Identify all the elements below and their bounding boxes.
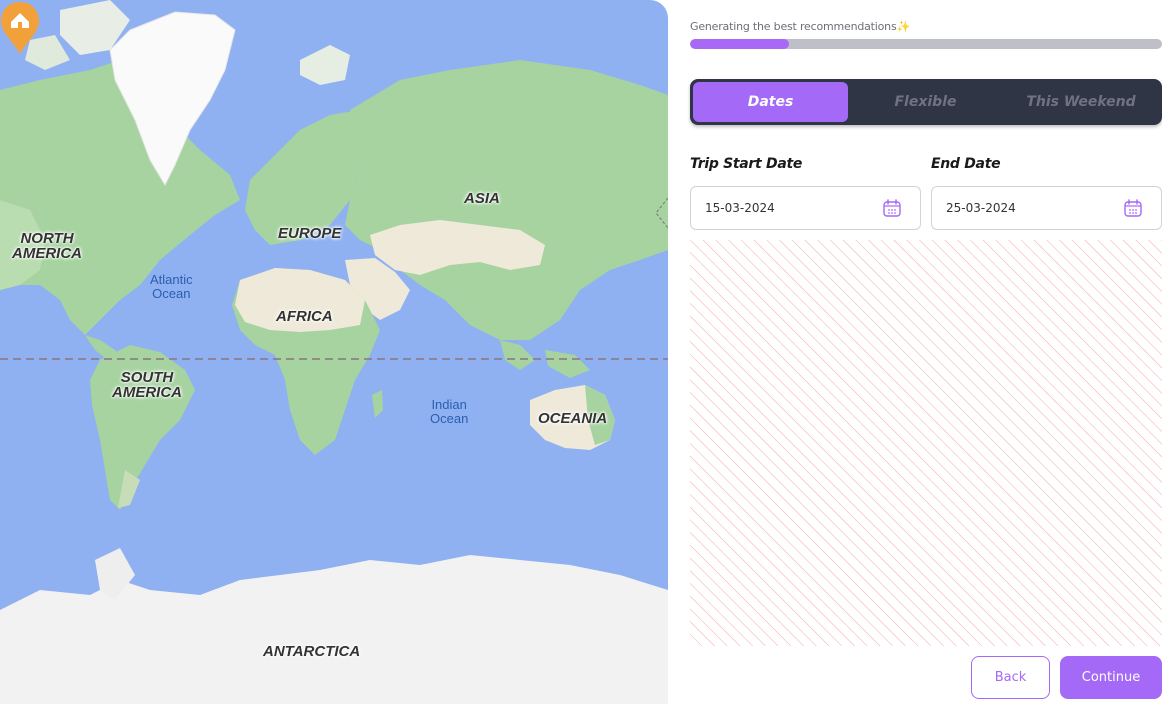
label-africa: AFRICA [276,308,333,325]
tab-this-weekend[interactable]: This Weekend [1003,82,1159,122]
calendar-icon[interactable] [1123,198,1143,218]
sparkle-icon: ✨ [896,20,910,33]
trip-planner-screen: NORTH AMERICA EUROPE ASIA AFRICA SOUTH A… [0,0,1162,704]
label-north-america: NORTH AMERICA [12,230,82,262]
end-date-input[interactable]: 25-03-2024 [931,186,1162,230]
date-selection-panel: Generating the best recommendations✨ Dat… [690,0,1162,704]
label-oceania: OCEANIA [538,410,608,427]
progress-text: Generating the best recommendations [690,20,897,33]
label-antarctica: ANTARCTICA [263,643,361,660]
tab-dates[interactable]: Dates [693,82,848,122]
calendar-placeholder-area [690,240,1162,646]
world-map[interactable]: NORTH AMERICA EUROPE ASIA AFRICA SOUTH A… [0,0,668,704]
progress-bar-fill [690,39,790,49]
label-indian-ocean: Indian Ocean [430,397,469,426]
calendar-icon[interactable] [882,198,902,218]
trip-start-date-input[interactable]: 15-03-2024 [690,186,921,230]
end-date-value: 25-03-2024 [946,201,1016,215]
date-mode-tabs: Dates Flexible This Weekend [690,79,1162,125]
progress-bar [690,39,1162,49]
label-atlantic-ocean: Atlantic Ocean [150,272,193,301]
trip-start-date-label: Trip Start Date [690,156,803,172]
map-land-layer [0,0,668,704]
back-button[interactable]: Back [971,656,1050,699]
tab-flexible[interactable]: Flexible [848,82,1003,122]
home-location-pin-icon[interactable] [0,0,40,56]
continue-button[interactable]: Continue [1060,656,1162,699]
end-date-label: End Date [931,156,1001,172]
trip-start-date-value: 15-03-2024 [705,201,775,215]
label-asia: ASIA [464,190,500,207]
label-europe: EUROPE [278,225,342,242]
label-south-america: SOUTH AMERICA [112,369,182,401]
progress-label: Generating the best recommendations✨ [690,20,910,33]
